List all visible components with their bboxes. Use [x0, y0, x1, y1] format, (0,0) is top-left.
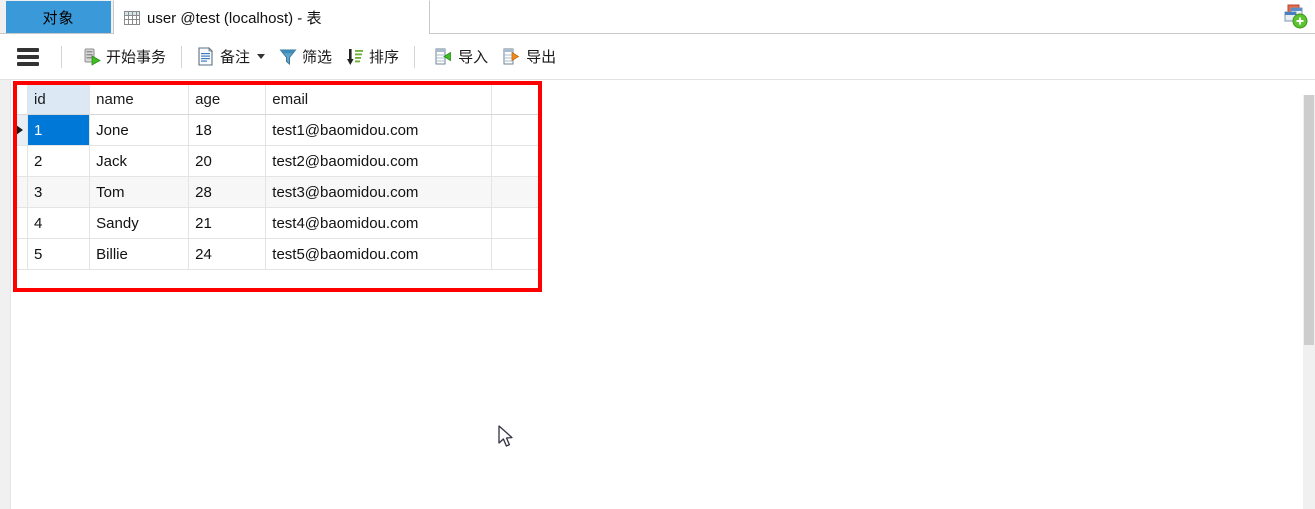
cell-age[interactable]: 24	[188, 238, 267, 270]
export-button[interactable]: 导出	[495, 41, 563, 73]
cell-filler	[490, 145, 542, 177]
mouse-cursor	[498, 425, 516, 451]
filter-label: 筛选	[302, 49, 333, 66]
cell-id[interactable]: 5	[26, 238, 91, 270]
cell-email[interactable]: test4@baomidou.com	[265, 207, 492, 239]
cell-blank	[89, 269, 189, 282]
cell-filler	[490, 207, 542, 239]
cell-email[interactable]: test1@baomidou.com	[265, 114, 492, 146]
cell-id[interactable]: 2	[26, 145, 91, 177]
toolbar-separator	[61, 45, 62, 68]
sort-label: 排序	[369, 49, 400, 66]
cell-email[interactable]: test3@baomidou.com	[265, 176, 492, 208]
tab-strip-empty-area	[430, 0, 1315, 34]
new-tab-button[interactable]	[1279, 2, 1309, 32]
main-toolbar: 开始事务 备注 筛选 排序 导入 导出	[0, 34, 1315, 80]
tab-bar: 对象 user @test (localhost) - 表	[0, 0, 1315, 34]
column-header-email[interactable]: email	[265, 83, 492, 115]
cell-name[interactable]: Sandy	[89, 207, 190, 239]
tab-active-label: user @test (localhost) - 表	[147, 10, 322, 27]
scrollbar-top-cap	[1303, 80, 1315, 95]
row-indicator[interactable]	[14, 145, 28, 177]
cell-age[interactable]: 18	[188, 114, 267, 146]
cell-id[interactable]: 1	[26, 114, 91, 146]
tab-objects[interactable]: 对象	[6, 1, 111, 33]
column-header-age[interactable]: age	[188, 83, 267, 115]
table-row[interactable]: 2 Jack 20 test2@baomidou.com	[14, 145, 542, 177]
arrow-pointer-icon	[498, 425, 513, 447]
hamburger-menu-icon	[17, 47, 39, 66]
column-header-name[interactable]: name	[89, 83, 190, 115]
begin-transaction-icon	[84, 48, 101, 66]
cell-filler	[490, 114, 542, 146]
table-header-row: id name age email	[14, 83, 542, 115]
cell-blank	[265, 269, 492, 282]
sort-button[interactable]: 排序	[339, 41, 406, 73]
filter-funnel-icon	[279, 49, 297, 65]
note-label: 备注	[220, 49, 251, 66]
cell-blank	[491, 269, 541, 282]
tab-user-test-table[interactable]: user @test (localhost) - 表	[113, 0, 430, 34]
export-icon	[503, 48, 520, 65]
table-row[interactable]: 4 Sandy 21 test4@baomidou.com	[14, 207, 542, 239]
cell-name[interactable]: Jack	[89, 145, 190, 177]
cell-age[interactable]: 20	[188, 145, 267, 177]
table-row[interactable]: 5 Billie 24 test5@baomidou.com	[14, 238, 542, 270]
add-window-plus-icon	[1284, 4, 1308, 29]
toolbar-separator	[181, 45, 183, 68]
row-indicator-header	[14, 83, 28, 115]
table-row[interactable]: 1 Jone 18 test1@baomidou.com	[14, 114, 542, 146]
note-document-icon	[198, 47, 213, 66]
cell-filler	[490, 176, 542, 208]
cell-id[interactable]: 4	[26, 207, 91, 239]
cell-name[interactable]: Tom	[89, 176, 190, 208]
row-indicator[interactable]	[14, 176, 28, 208]
row-indicator[interactable]	[14, 238, 28, 270]
import-label: 导入	[458, 49, 489, 66]
table-grid-icon	[124, 10, 140, 25]
row-indicator	[14, 269, 28, 282]
cell-email[interactable]: test2@baomidou.com	[265, 145, 492, 177]
begin-transaction-button[interactable]: 开始事务	[76, 41, 173, 73]
vertical-scrollbar[interactable]	[1303, 95, 1315, 509]
cell-blank	[188, 269, 266, 282]
data-table: id name age email 1 Jone 18 test1@baomid…	[14, 83, 542, 282]
column-header-id[interactable]: id	[26, 83, 91, 115]
data-grid: id name age email 1 Jone 18 test1@baomid…	[14, 83, 542, 282]
column-header-filler	[490, 83, 542, 115]
cell-email[interactable]: test5@baomidou.com	[265, 238, 492, 270]
import-button[interactable]: 导入	[427, 41, 495, 73]
hamburger-menu-button[interactable]	[0, 41, 53, 73]
chevron-down-icon[interactable]	[257, 54, 266, 59]
tab-objects-label: 对象	[42, 9, 75, 27]
row-indicator[interactable]	[14, 207, 28, 239]
left-page-gutter	[0, 80, 11, 509]
export-label: 导出	[526, 49, 557, 66]
cell-id[interactable]: 3	[26, 176, 91, 208]
cell-filler	[490, 238, 542, 270]
filter-button[interactable]: 筛选	[272, 41, 339, 73]
cell-name[interactable]: Billie	[89, 238, 190, 270]
table-row[interactable]: 3 Tom 28 test3@baomidou.com	[14, 176, 542, 208]
begin-transaction-label: 开始事务	[106, 49, 167, 66]
cell-blank	[27, 269, 90, 282]
table-row-blank	[14, 269, 541, 282]
cell-age[interactable]: 21	[188, 207, 267, 239]
vertical-scrollbar-thumb[interactable]	[1304, 95, 1314, 345]
row-indicator-current[interactable]	[14, 114, 28, 146]
cell-name[interactable]: Jone	[89, 114, 190, 146]
cell-age[interactable]: 28	[188, 176, 267, 208]
toolbar-separator	[414, 45, 416, 68]
sort-arrow-icon	[347, 48, 364, 65]
note-button[interactable]: 备注	[190, 41, 272, 73]
import-icon	[435, 48, 451, 65]
